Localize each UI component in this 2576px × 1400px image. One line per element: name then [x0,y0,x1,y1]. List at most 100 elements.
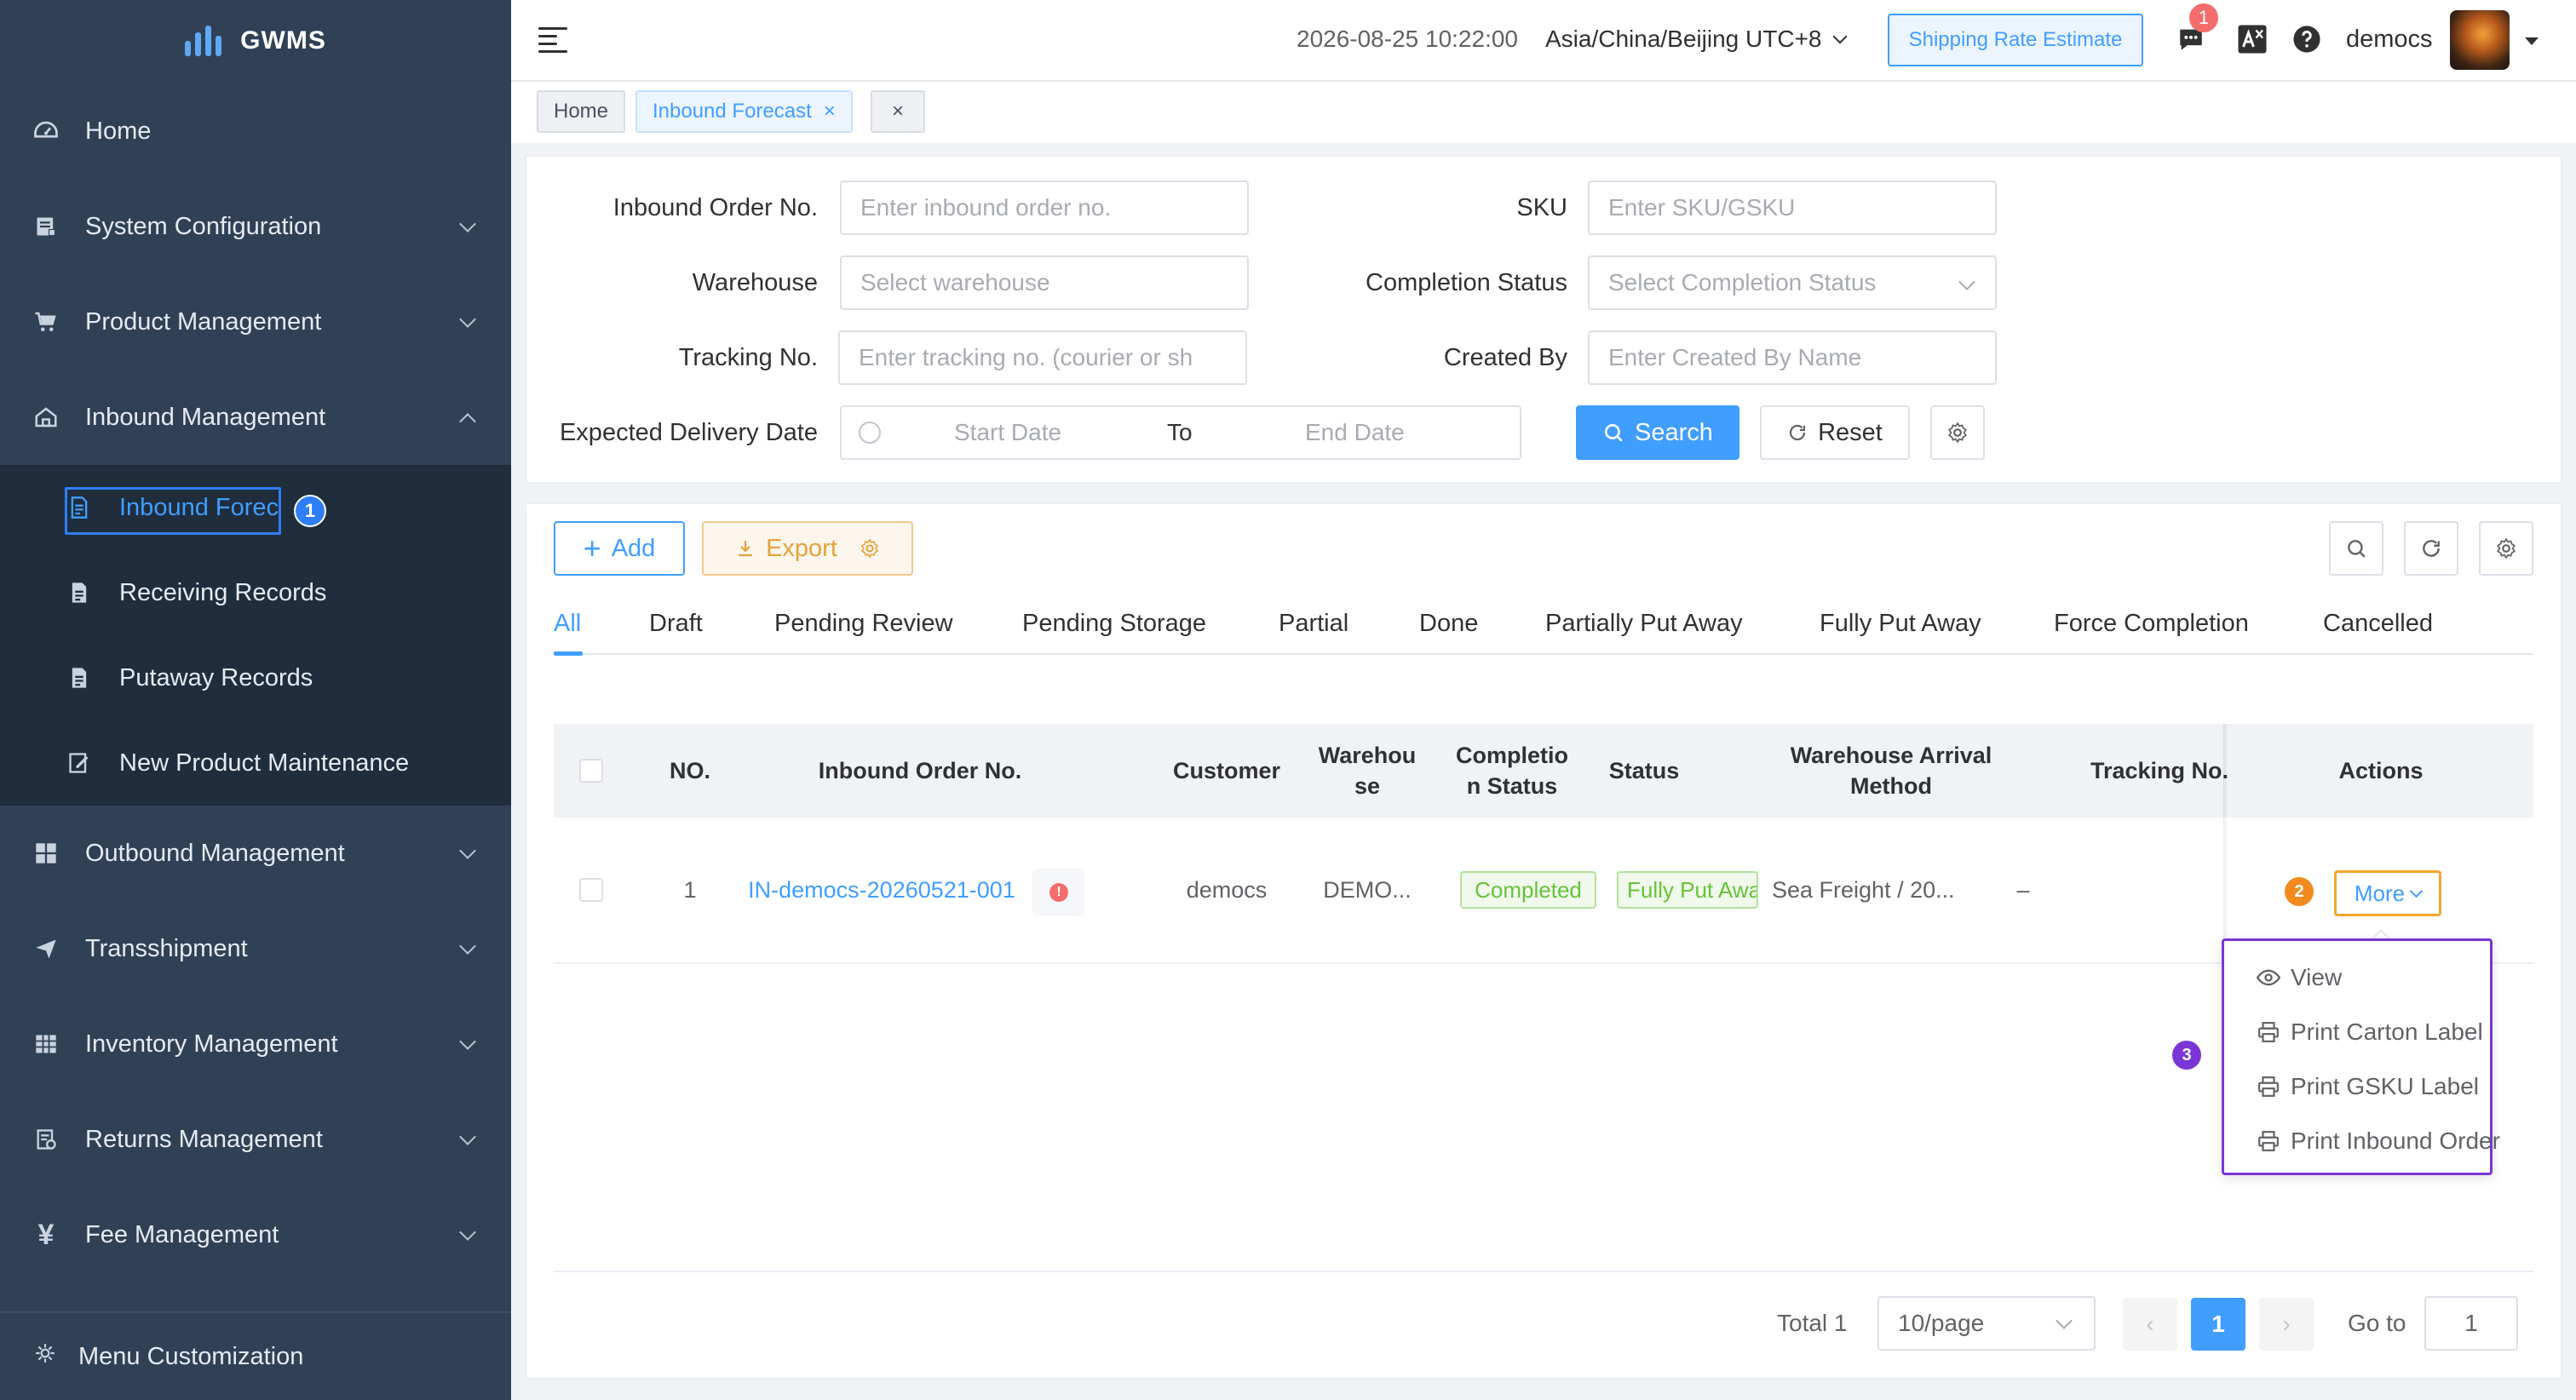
sidebar-item-new-product-maintenance[interactable]: New Product Maintenance [0,720,511,806]
tab-draft[interactable]: Draft [649,610,703,638]
tracking-input[interactable]: Enter tracking no. (courier or sh [838,330,1247,385]
tab-pending-review[interactable]: Pending Review [774,610,953,638]
sidebar-item-putaway-records[interactable]: Putaway Records [0,635,511,720]
dropdown-item-print-inbound-order[interactable]: Print Inbound Order [2257,1120,2500,1162]
cell-inbound-order-link[interactable]: IN-democs-20260521-001 [724,860,1039,920]
tab-cancelled[interactable]: Cancelled [2323,610,2433,638]
sidebar-item-label: Product Management [85,307,322,336]
tab-fully-put-away[interactable]: Fully Put Away [1820,610,1981,638]
add-button[interactable]: + Add [554,521,685,576]
toggle-search-button[interactable] [2329,521,2383,576]
warehouse-select[interactable]: Select warehouse [840,255,1249,310]
refresh-table-button[interactable] [2404,521,2458,576]
page-number-1[interactable]: 1 [2191,1298,2245,1351]
tab-inbound-forecast[interactable]: Inbound Forecast × [635,90,853,133]
sidebar-item-label: System Configuration [85,212,322,240]
hamburger-icon[interactable] [538,27,567,53]
home-icon [32,404,60,431]
inbound-order-input[interactable]: Enter inbound order no. [840,181,1249,235]
sidebar: GWMS Home System Configuration Product M… [0,0,511,1400]
goto-page-input[interactable]: 1 [2424,1296,2518,1351]
page-size-select[interactable]: 10/page [1877,1296,2096,1351]
reset-button[interactable]: Reset [1760,405,1910,460]
menu-customization[interactable]: Menu Customization [0,1311,511,1400]
sidebar-item-inventory-management[interactable]: Inventory Management [0,996,511,1092]
chevron-right-icon: › [2282,1311,2291,1337]
sidebar-item-label: Putaway Records [119,663,313,691]
refresh-icon [2423,540,2440,557]
filter-settings-button[interactable] [1930,405,1985,460]
message-count-badge: 1 [2189,3,2218,32]
completion-status-select[interactable]: Select Completion Status [1588,255,1997,310]
table-bottom-border [554,1271,2533,1272]
search-button[interactable]: Search [1576,405,1739,460]
sidebar-item-home[interactable]: Home [0,83,511,179]
column-settings-button[interactable] [2479,521,2533,576]
tab-partially-put-away[interactable]: Partially Put Away [1545,610,1743,638]
tab-force-completion[interactable]: Force Completion [2054,610,2249,638]
edit-icon [66,750,92,776]
dropdown-item-label: View [2291,964,2343,990]
next-page-button[interactable]: › [2259,1298,2314,1351]
dropdown-item-view[interactable]: View [2257,956,2342,999]
tab-home[interactable]: Home [537,90,626,133]
server-icon [32,213,60,240]
gear-icon[interactable] [860,538,880,559]
sidebar-item-system-configuration[interactable]: System Configuration [0,179,511,274]
dropdown-item-print-carton-label[interactable]: Print Carton Label [2257,1011,2483,1053]
start-date-placeholder[interactable]: Start Date [954,419,1061,446]
column-customer: Customer [1172,758,1281,783]
export-button[interactable]: Export [702,521,913,576]
sku-input[interactable]: Enter SKU/GSKU [1588,181,1997,235]
logo-text: GWMS [240,26,326,55]
prev-page-button[interactable]: ‹ [2123,1298,2177,1351]
dropdown-item-print-gsku-label[interactable]: Print GSKU Label [2257,1065,2479,1108]
tab-done[interactable]: Done [1419,610,1478,638]
table-header: NO. Inbound Order No. Customer Warehou s… [554,724,2533,818]
add-button-label: Add [611,534,656,562]
sidebar-item-transshipment[interactable]: Transshipment [0,901,511,996]
app-logo[interactable]: GWMS [0,0,511,82]
cell-tracking-no: – [2016,876,2030,903]
close-icon: × [891,100,904,123]
username[interactable]: democs [2346,26,2433,54]
translate-icon[interactable] [2235,22,2269,56]
status-badge: Fully Put Away [1617,871,1758,909]
sidebar-item-inbound-management[interactable]: Inbound Management [0,370,511,465]
sidebar-item-label: Inventory Management [85,1030,338,1058]
dropdown-item-label: Print GSKU Label [2291,1073,2479,1099]
more-actions-button[interactable]: More [2334,870,2441,916]
close-all-tabs-button[interactable]: × [871,90,925,133]
created-by-label: Created By [1443,344,1567,371]
sidebar-item-outbound-management[interactable]: Outbound Management [0,806,511,901]
sidebar-item-fee-management[interactable]: ¥ Fee Management [0,1187,511,1282]
sidebar-item-returns-management[interactable]: Returns Management [0,1092,511,1187]
help-icon[interactable] [2290,22,2324,56]
gear-icon [1948,422,1967,444]
row-checkbox[interactable] [579,878,603,902]
chevron-down-icon [2409,884,2424,898]
clock-icon [859,422,881,444]
printer-icon [2257,1075,2280,1099]
close-icon[interactable]: × [824,100,836,123]
tab-partial[interactable]: Partial [1279,610,1348,638]
caret-down-icon[interactable] [2525,37,2539,45]
sidebar-item-product-management[interactable]: Product Management [0,274,511,370]
send-icon [32,935,60,962]
sidebar-item-receiving-records[interactable]: Receiving Records [0,550,511,635]
end-date-placeholder[interactable]: End Date [1305,419,1405,446]
tab-all[interactable]: All [554,610,581,638]
logo-icon [185,26,222,56]
select-all-checkbox[interactable] [579,759,603,783]
avatar[interactable] [2450,10,2510,70]
tab-pending-storage[interactable]: Pending Storage [1022,610,1206,638]
created-by-input[interactable]: Enter Created By Name [1588,330,1997,385]
date-range-picker[interactable]: Start Date To End Date [840,405,1521,460]
printer-icon [2257,1020,2280,1044]
yen-icon: ¥ [37,1218,55,1251]
timezone-selector[interactable]: Asia/China/Beijing UTC+8 [1545,26,1848,53]
exception-indicator[interactable]: ! [1032,869,1085,916]
shipping-rate-estimate-button[interactable]: Shipping Rate Estimate [1888,14,2143,66]
highlight-box-step-1 [65,487,281,535]
search-icon [2348,540,2366,558]
